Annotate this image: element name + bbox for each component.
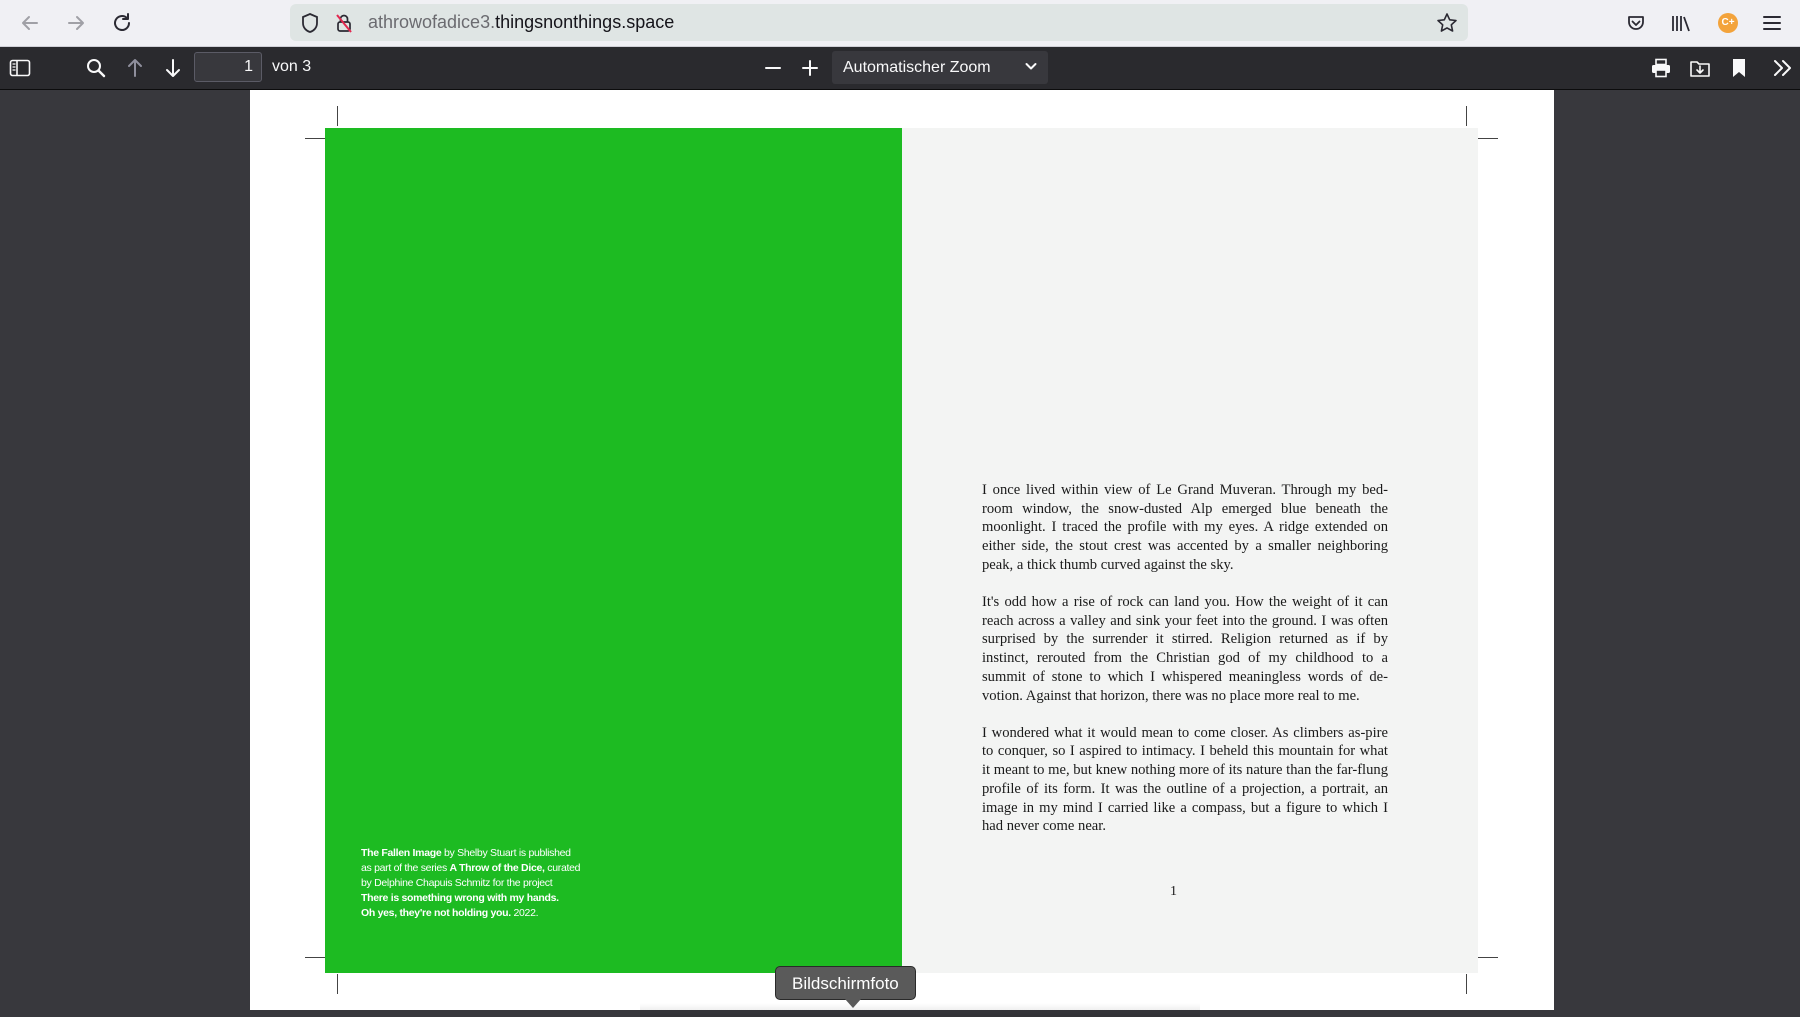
url-text[interactable]: athrowofadice3.thingsnonthings.space (368, 12, 674, 33)
bookmark-icon[interactable] (1724, 53, 1754, 83)
print-icon[interactable] (1646, 53, 1676, 83)
star-icon[interactable] (1434, 10, 1460, 36)
zoom-select[interactable]: Automatischer Zoom (832, 51, 1048, 84)
paragraph: I wondered what it would mean to come cl… (982, 724, 1388, 835)
zoom-out-icon[interactable] (758, 53, 788, 83)
address-bar[interactable]: athrowofadice3.thingsnonthings.space (290, 4, 1468, 41)
body-text: I once lived within view of Le Grand Muv… (982, 481, 1388, 854)
crop-mark (1466, 106, 1467, 126)
library-icon[interactable] (1667, 9, 1695, 37)
no-tracking-lock-icon[interactable] (332, 11, 356, 35)
page-count-label: von 3 (272, 58, 312, 75)
page-shadow (640, 1003, 1200, 1017)
pdf-toolbar: 1 von 3 Automatischer Zoom (0, 47, 1800, 90)
previous-page-icon[interactable] (120, 53, 150, 83)
zoom-in-icon[interactable] (795, 53, 825, 83)
colophon: The Fallen Image by Shelby Stuart is pub… (361, 847, 581, 919)
crop-mark (305, 957, 325, 958)
page-number-input[interactable]: 1 (194, 52, 262, 82)
crop-mark (1478, 957, 1498, 958)
extension-avatar-icon[interactable]: C+ (1714, 9, 1742, 37)
pdf-viewer[interactable]: The Fallen Image by Shelby Stuart is pub… (0, 90, 1800, 1017)
browser-toolbar: athrowofadice3.thingsnonthings.space C+ (0, 0, 1800, 47)
page-number: 1 (1170, 884, 1177, 899)
pdf-page: The Fallen Image by Shelby Stuart is pub… (250, 90, 1554, 1010)
find-icon[interactable] (81, 53, 111, 83)
crop-mark (1466, 974, 1467, 994)
back-arrow-icon[interactable] (15, 8, 45, 38)
menu-icon[interactable] (1758, 9, 1786, 37)
reload-icon[interactable] (107, 8, 137, 38)
sidebar-toggle-icon[interactable] (5, 53, 35, 83)
next-page-icon[interactable] (158, 53, 188, 83)
crop-mark (337, 106, 338, 126)
forward-arrow-icon[interactable] (61, 8, 91, 38)
crop-mark (305, 138, 325, 139)
tools-icon[interactable] (1768, 53, 1798, 83)
screenshot-tooltip: Bildschirmfoto (775, 966, 916, 1000)
chevron-down-icon (1024, 59, 1038, 78)
zoom-select-label: Automatischer Zoom (843, 59, 991, 76)
green-cover-panel: The Fallen Image by Shelby Stuart is pub… (325, 128, 902, 973)
crop-mark (1478, 138, 1498, 139)
tooltip-arrow (845, 999, 861, 1008)
paragraph: It's odd how a rise of rock can land you… (982, 594, 1388, 704)
crop-mark (337, 974, 338, 994)
pocket-icon[interactable] (1622, 9, 1650, 37)
shield-icon[interactable] (298, 11, 322, 35)
save-icon[interactable] (1685, 53, 1715, 83)
paragraph: I once lived within view of Le Grand Muv… (982, 482, 1388, 573)
